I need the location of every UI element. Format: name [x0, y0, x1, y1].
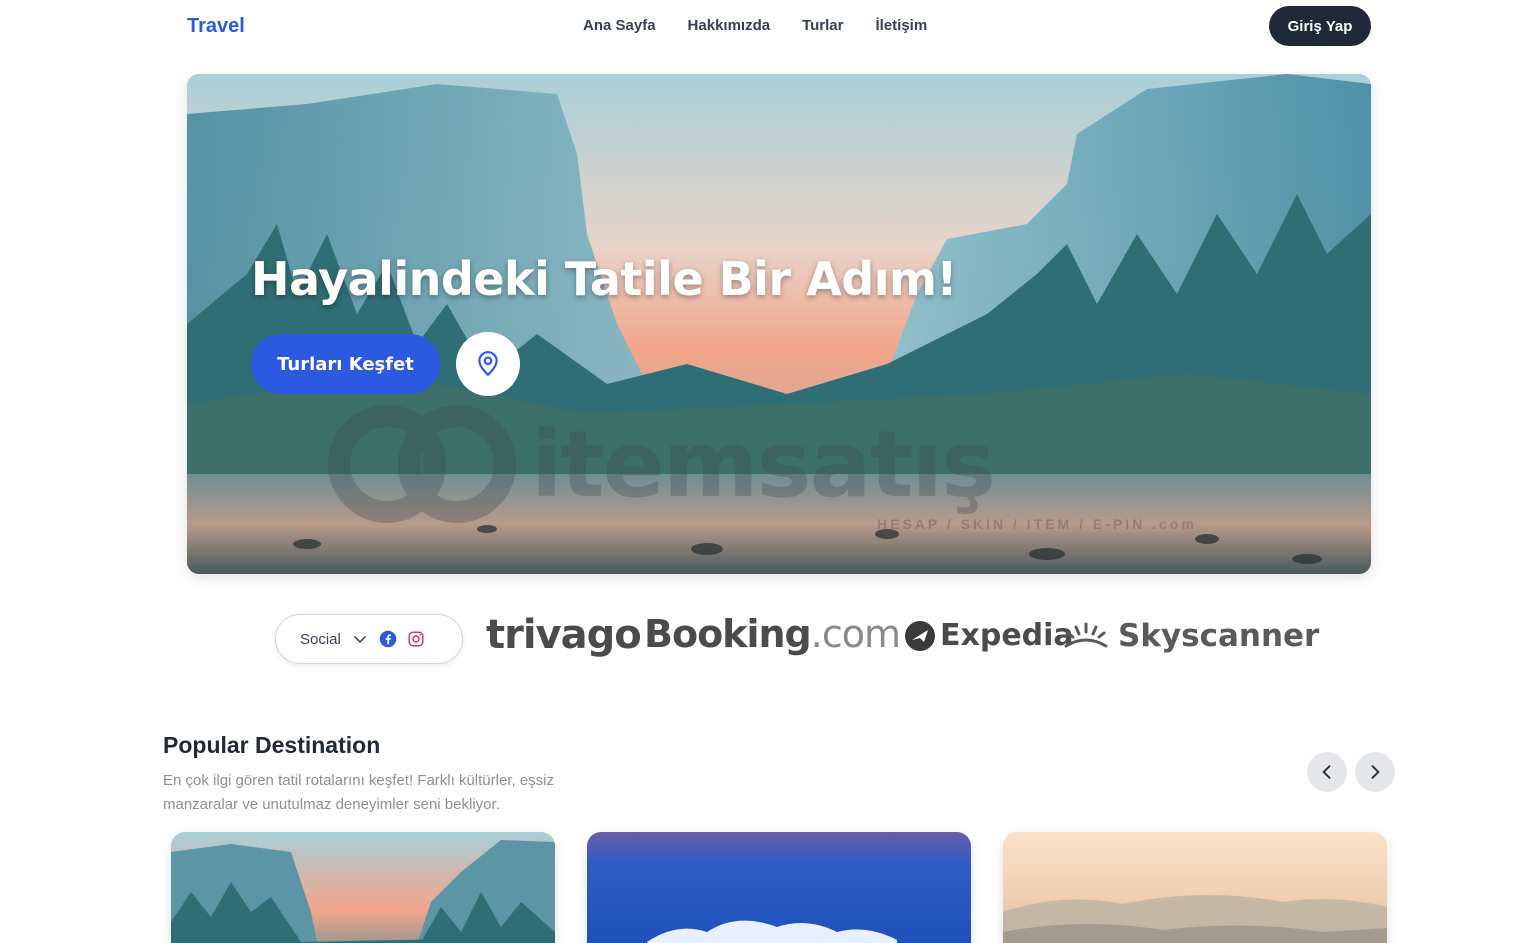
skyscanner-text: Skyscanner — [1118, 618, 1320, 654]
carousel-next-button[interactable] — [1355, 752, 1395, 792]
location-button[interactable] — [456, 332, 520, 396]
booking-logo-main: Booking — [644, 612, 812, 656]
destination-card-image — [587, 832, 971, 943]
social-label: Social — [300, 630, 341, 648]
carousel-prev-button[interactable] — [1307, 752, 1347, 792]
nav-link-contact[interactable]: İletişim — [876, 17, 928, 34]
booking-logo: Booking.com — [644, 612, 901, 656]
skyscanner-sunrise-icon — [1062, 620, 1110, 652]
chevron-left-icon — [1317, 762, 1337, 782]
hero-title: Hayalindeki Tatile Bir Adım! — [251, 252, 957, 306]
chevron-right-icon — [1365, 762, 1385, 782]
nav-link-home[interactable]: Ana Sayfa — [583, 17, 656, 34]
expedia-plane-icon — [904, 620, 936, 652]
instagram-icon[interactable] — [407, 630, 425, 648]
hero-banner: itemsatış HESAP / SKIN / ITEM / E-PIN .c… — [187, 74, 1371, 574]
nav-menu: Ana Sayfa Hakkımızda Turlar İletişim — [583, 17, 927, 34]
section-description: En çok ilgi gören tatil rotalarını keşfe… — [163, 772, 554, 813]
destination-card-image — [1003, 832, 1387, 943]
trivago-logo: trivago — [486, 612, 642, 658]
explore-tours-button[interactable]: Turları Keşfet — [251, 334, 440, 394]
section-title: Popular Destination — [163, 732, 381, 758]
navbar: Travel Ana Sayfa Hakkımızda Turlar İleti… — [0, 0, 1529, 54]
booking-logo-suffix: .com — [810, 612, 901, 656]
watermark-icon — [328, 405, 516, 523]
expedia-logo: Expedia — [904, 618, 1074, 653]
login-button[interactable]: Giriş Yap — [1269, 6, 1371, 46]
destination-card[interactable] — [1003, 832, 1387, 943]
brand-logo[interactable]: Travel — [187, 15, 245, 38]
destination-card-image — [171, 832, 555, 943]
destination-card[interactable] — [171, 832, 555, 943]
social-dropdown[interactable]: Social — [275, 614, 463, 664]
destination-card[interactable] — [587, 832, 971, 943]
expedia-text: Expedia — [940, 618, 1074, 653]
watermark-logo: itemsatış — [327, 404, 996, 524]
chevron-down-icon[interactable] — [351, 630, 369, 648]
watermark-subtext: HESAP / SKIN / ITEM / E-PIN .com — [877, 516, 1197, 532]
nav-link-tours[interactable]: Turlar — [802, 17, 843, 34]
skyscanner-logo: Skyscanner — [1062, 618, 1319, 654]
nav-link-about[interactable]: Hakkımızda — [688, 17, 771, 34]
facebook-icon[interactable] — [379, 630, 397, 648]
watermark-text: itemsatış — [531, 410, 996, 518]
map-pin-icon — [475, 350, 501, 378]
